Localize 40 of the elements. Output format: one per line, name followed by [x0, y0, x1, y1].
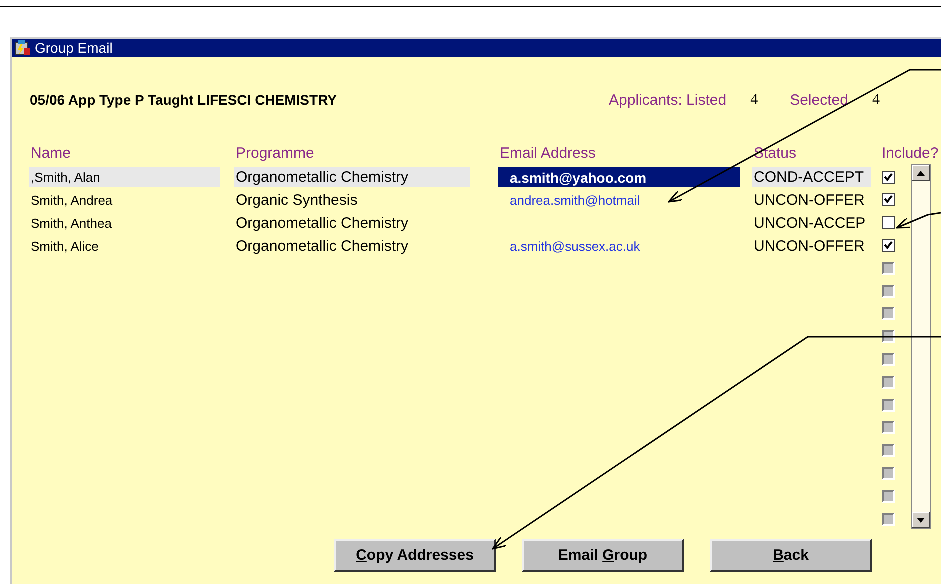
scrollbar[interactable]: [911, 164, 931, 529]
email-address: andrea.smith@hotmail: [509, 192, 642, 210]
app-icon: [15, 40, 31, 56]
column-header: Name: [30, 145, 72, 164]
email-address: a.smith@yahoo.com: [498, 167, 740, 188]
leader-line: [896, 212, 941, 229]
email-address: a.smith@sussex.ac.uk: [509, 238, 642, 256]
table-cell[interactable]: Smith, Andrea: [29, 190, 220, 210]
report-heading: 05/06 App Type P Taught LIFESCI CHEMISTRY: [30, 92, 338, 108]
listed-label: Applicants: Listed: [609, 92, 727, 108]
column-header: Programme: [235, 145, 314, 164]
checkbox[interactable]: [882, 193, 895, 206]
table-cell-text: Organometallic Chemistry: [235, 236, 410, 256]
table-cell[interactable]: Smith, Alice: [29, 236, 220, 256]
table-cell-text: UNCON-ACCEP: [753, 214, 867, 233]
checkbox[interactable]: [882, 239, 895, 252]
table-cell: COND-ACCEPT: [752, 167, 871, 188]
listed-count: 4: [750, 92, 758, 108]
column-header: Email Address: [499, 145, 596, 164]
column-header: Include?: [881, 145, 939, 164]
checkbox[interactable]: [882, 170, 895, 184]
table-cell-text: UNCON-OFFER: [753, 236, 866, 256]
table-cell[interactable]: Smith, Anthea: [29, 212, 220, 233]
column-header: Status: [753, 145, 797, 164]
table-cell-text: Organometallic Chemistry: [235, 214, 410, 233]
table-cell-text: UNCON-OFFER: [753, 190, 866, 210]
scroll-down-button[interactable]: [912, 512, 930, 528]
scroll-up-button[interactable]: [912, 165, 930, 181]
table-cell: Organometallic Chemistry: [234, 167, 470, 188]
selected-count: 4: [872, 92, 880, 108]
down-arrow-icon: [917, 518, 925, 522]
selected-label: Selected: [790, 92, 848, 108]
action-button[interactable]: Copy Addresses: [334, 538, 496, 572]
window-title: Group Email: [35, 40, 113, 56]
action-button[interactable]: Back: [710, 538, 872, 572]
up-arrow-icon: [917, 170, 925, 176]
checkbox[interactable]: [882, 216, 895, 230]
action-button[interactable]: Email Group: [522, 538, 684, 572]
table-cell[interactable]: ,Smith, Alan: [29, 167, 220, 188]
table-cell-text: Organic Synthesis: [235, 190, 359, 210]
